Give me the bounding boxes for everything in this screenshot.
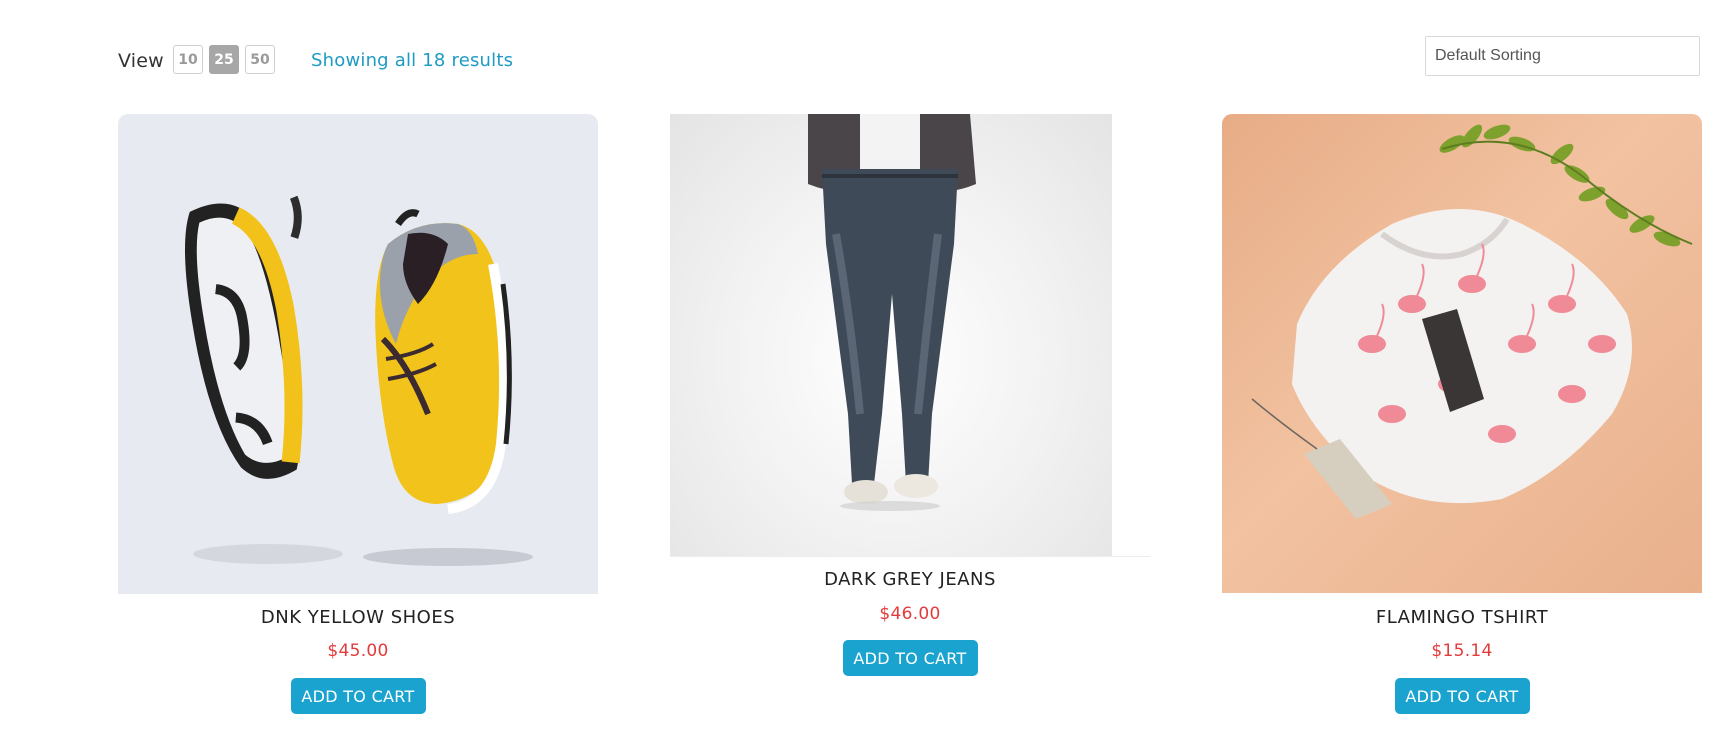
results-count: Showing all 18 results (311, 50, 514, 71)
shop-page: View 10 25 50 Showing all 18 results Def… (0, 0, 1723, 729)
product-image-yellow-sneakers[interactable] (118, 114, 598, 594)
product-name[interactable]: DARK GREY JEANS (670, 569, 1150, 590)
add-to-cart-button[interactable]: ADD TO CART (842, 640, 978, 676)
product-card: FLAMINGO TSHIRT $15.14 ADD TO CART (1222, 114, 1702, 714)
product-card: DNK YELLOW SHOES $45.00 ADD TO CART (118, 114, 598, 714)
product-price: $46.00 (879, 604, 941, 624)
view-options: 10 25 50 (173, 45, 275, 74)
product-name[interactable]: DNK YELLOW SHOES (118, 607, 598, 628)
product-card: DARK GREY JEANS $46.00 ADD TO CART (670, 114, 1150, 676)
product-price: $15.14 (1431, 641, 1493, 661)
view-option-50[interactable]: 50 (245, 45, 275, 74)
add-to-cart-button[interactable]: ADD TO CART (1394, 678, 1530, 714)
view-option-10[interactable]: 10 (173, 45, 203, 74)
add-to-cart-button[interactable]: ADD TO CART (290, 678, 426, 714)
product-price: $45.00 (327, 641, 389, 661)
view-option-25[interactable]: 25 (209, 45, 239, 74)
image-divider (670, 556, 1150, 557)
product-image-flamingo-tshirt[interactable] (1222, 114, 1702, 593)
product-image-dark-grey-jeans[interactable] (670, 114, 1112, 556)
view-label: View (118, 50, 164, 72)
sort-select[interactable]: Default Sorting (1425, 36, 1700, 76)
product-name[interactable]: FLAMINGO TSHIRT (1222, 607, 1702, 628)
